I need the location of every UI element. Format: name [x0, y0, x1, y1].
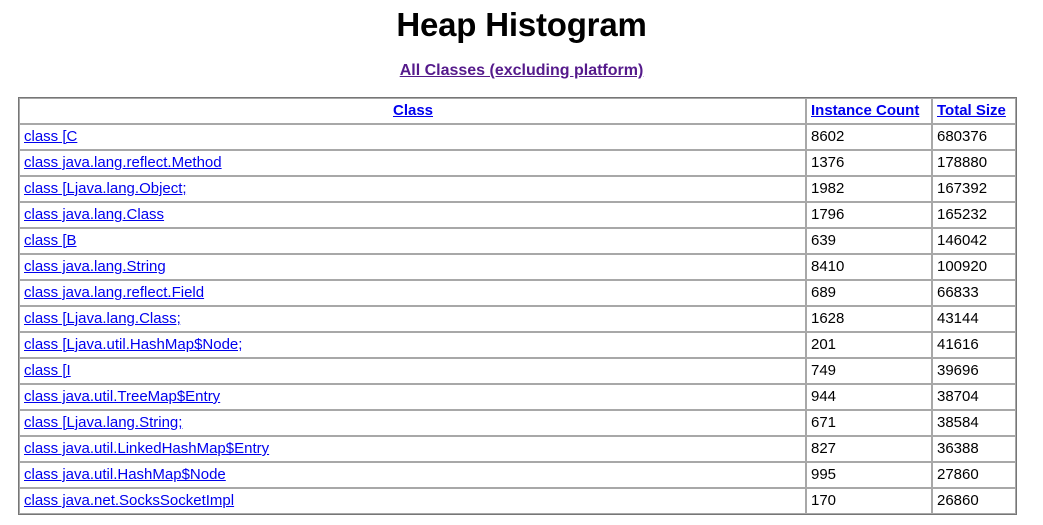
cell-instance-count: 8602	[806, 124, 932, 150]
table-row: class [Ljava.lang.String; 671 38584	[19, 410, 1016, 436]
cell-total-size: 36388	[932, 436, 1016, 462]
cell-class: class [Ljava.lang.Object;	[19, 176, 806, 202]
cell-total-size: 165232	[932, 202, 1016, 228]
table-row: class [B 639 146042	[19, 228, 1016, 254]
class-detail-link[interactable]: class [B	[24, 232, 77, 249]
cell-instance-count: 995	[806, 462, 932, 488]
cell-instance-count: 1796	[806, 202, 932, 228]
cell-class: class [C	[19, 124, 806, 150]
cell-instance-count: 749	[806, 358, 932, 384]
class-detail-link[interactable]: class java.lang.reflect.Field	[24, 284, 204, 301]
table-row: class [Ljava.lang.Object; 1982 167392	[19, 176, 1016, 202]
cell-total-size: 178880	[932, 150, 1016, 176]
class-detail-link[interactable]: class [Ljava.lang.Class;	[24, 310, 181, 327]
table-row: class [Ljava.lang.Class; 1628 43144	[19, 306, 1016, 332]
subtitle-bar: All Classes (excluding platform)	[0, 62, 1043, 80]
cell-class: class java.net.SocksSocketImpl	[19, 488, 806, 514]
cell-class: class java.util.LinkedHashMap$Entry	[19, 436, 806, 462]
cell-class: class [B	[19, 228, 806, 254]
table-row: class [C 8602 680376	[19, 124, 1016, 150]
class-detail-link[interactable]: class [Ljava.lang.String;	[24, 414, 182, 431]
cell-instance-count: 689	[806, 280, 932, 306]
cell-total-size: 26860	[932, 488, 1016, 514]
table-row: class java.util.TreeMap$Entry 944 38704	[19, 384, 1016, 410]
cell-class: class java.util.HashMap$Node	[19, 462, 806, 488]
cell-total-size: 38584	[932, 410, 1016, 436]
column-header-total-size[interactable]: Total Size	[932, 98, 1016, 124]
cell-class: class java.lang.Class	[19, 202, 806, 228]
class-detail-link[interactable]: class [I	[24, 362, 71, 379]
table-header-row: Class Instance Count Total Size	[19, 98, 1016, 124]
cell-class: class [Ljava.lang.Class;	[19, 306, 806, 332]
cell-instance-count: 1376	[806, 150, 932, 176]
page-title: Heap Histogram	[396, 6, 647, 43]
table-row: class java.lang.reflect.Field 689 66833	[19, 280, 1016, 306]
cell-class: class java.util.TreeMap$Entry	[19, 384, 806, 410]
cell-total-size: 167392	[932, 176, 1016, 202]
table-row: class [I 749 39696	[19, 358, 1016, 384]
cell-instance-count: 944	[806, 384, 932, 410]
class-detail-link[interactable]: class java.util.LinkedHashMap$Entry	[24, 440, 269, 457]
class-detail-link[interactable]: class java.lang.String	[24, 258, 166, 275]
cell-total-size: 41616	[932, 332, 1016, 358]
column-header-class[interactable]: Class	[19, 98, 806, 124]
class-detail-link[interactable]: class java.lang.reflect.Method	[24, 154, 222, 171]
cell-instance-count: 201	[806, 332, 932, 358]
table-row: class java.util.LinkedHashMap$Entry 827 36…	[19, 436, 1016, 462]
column-header-instance-count[interactable]: Instance Count	[806, 98, 932, 124]
cell-total-size: 146042	[932, 228, 1016, 254]
sort-by-instance-count-link[interactable]: Instance Count	[811, 102, 919, 119]
class-detail-link[interactable]: class [Ljava.lang.Object;	[24, 180, 187, 197]
table-row: class java.lang.Class 1796 165232	[19, 202, 1016, 228]
cell-class: class [I	[19, 358, 806, 384]
cell-instance-count: 639	[806, 228, 932, 254]
cell-instance-count: 1628	[806, 306, 932, 332]
cell-total-size: 38704	[932, 384, 1016, 410]
table-row: class java.lang.reflect.Method 1376 178880	[19, 150, 1016, 176]
cell-class: class java.lang.reflect.Method	[19, 150, 806, 176]
cell-class: class java.lang.reflect.Field	[19, 280, 806, 306]
class-detail-link[interactable]: class [C	[24, 128, 77, 145]
heap-histogram-table: Class Instance Count Total Size class [C…	[18, 97, 1017, 515]
sort-by-total-size-link[interactable]: Total Size	[937, 102, 1006, 119]
table-row: class [Ljava.util.HashMap$Node; 201 41616	[19, 332, 1016, 358]
class-detail-link[interactable]: class [Ljava.util.HashMap$Node;	[24, 336, 242, 353]
cell-total-size: 100920	[932, 254, 1016, 280]
cell-instance-count: 1982	[806, 176, 932, 202]
class-detail-link[interactable]: class java.util.TreeMap$Entry	[24, 388, 220, 405]
class-detail-link[interactable]: class java.lang.Class	[24, 206, 164, 223]
cell-total-size: 27860	[932, 462, 1016, 488]
cell-instance-count: 170	[806, 488, 932, 514]
cell-class: class java.lang.String	[19, 254, 806, 280]
cell-total-size: 680376	[932, 124, 1016, 150]
histogram-table-container: Class Instance Count Total Size class [C…	[18, 97, 1017, 515]
cell-total-size: 39696	[932, 358, 1016, 384]
all-classes-excluding-platform-link[interactable]: All Classes (excluding platform)	[400, 62, 644, 79]
table-row: class java.lang.String 8410 100920	[19, 254, 1016, 280]
class-detail-link[interactable]: class java.util.HashMap$Node	[24, 466, 226, 483]
table-row: class java.net.SocksSocketImpl 170 26860	[19, 488, 1016, 514]
cell-class: class [Ljava.util.HashMap$Node;	[19, 332, 806, 358]
cell-instance-count: 671	[806, 410, 932, 436]
class-detail-link[interactable]: class java.net.SocksSocketImpl	[24, 492, 234, 509]
cell-total-size: 66833	[932, 280, 1016, 306]
cell-instance-count: 827	[806, 436, 932, 462]
cell-instance-count: 8410	[806, 254, 932, 280]
sort-by-class-link[interactable]: Class	[393, 102, 433, 119]
cell-class: class [Ljava.lang.String;	[19, 410, 806, 436]
table-row: class java.util.HashMap$Node 995 27860	[19, 462, 1016, 488]
table-body: class [C 8602 680376 class java.lang.reflec…	[19, 124, 1016, 514]
cell-total-size: 43144	[932, 306, 1016, 332]
